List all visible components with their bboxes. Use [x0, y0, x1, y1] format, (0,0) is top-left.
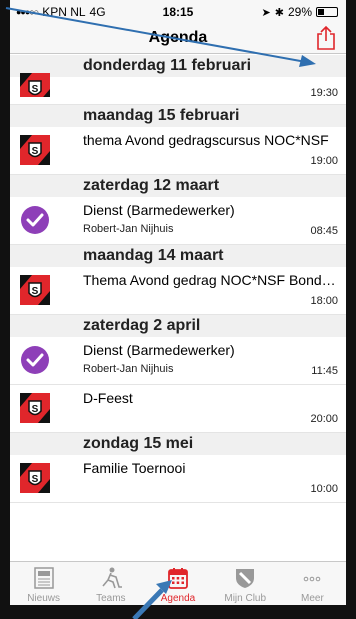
club-logo-icon: S	[20, 393, 50, 423]
tab-meer[interactable]: Meer	[279, 562, 346, 605]
news-icon	[32, 566, 56, 590]
svg-text:S: S	[32, 146, 39, 157]
phone-screen: ●●●○○ KPN NL 4G 18:15 ➤ ✱ 29% Agenda don…	[0, 0, 356, 619]
club-logo-icon: S	[20, 275, 50, 305]
tab-label: Teams	[96, 593, 126, 604]
agenda-item-title: Dienst (Barmedewerker)	[83, 202, 235, 218]
more-dots-icon	[300, 566, 324, 590]
share-button[interactable]	[314, 25, 338, 51]
agenda-item[interactable]: Dienst (Barmedewerker) Robert-Jan Nijhuis…	[10, 337, 346, 385]
tab-label: Agenda	[160, 593, 196, 604]
agenda-item-title: Familie Toernooi	[83, 460, 186, 476]
tab-nieuws[interactable]: Nieuws	[10, 562, 77, 605]
tab-agenda[interactable]: Agenda	[144, 562, 211, 605]
agenda-item-person: Robert-Jan Nijhuis	[83, 363, 174, 375]
bluetooth-icon: ✱	[274, 6, 284, 19]
checkmark-icon	[20, 205, 50, 235]
share-icon	[317, 25, 335, 50]
battery-percentage: 29%	[287, 5, 312, 19]
section-header-date: maandag 14 maart	[10, 245, 346, 267]
svg-text:S: S	[32, 404, 39, 415]
svg-text:S: S	[32, 474, 39, 485]
agenda-item[interactable]: Sthema Avond gedragscursus NOC*NSF 19:00	[10, 127, 346, 175]
agenda-item-time: 18:00	[310, 295, 338, 307]
agenda-item-person: Robert-Jan Nijhuis	[83, 223, 174, 235]
agenda-item[interactable]: S Thema Avond gedrag NOC*NSF Bondsbureau 1…	[10, 267, 346, 315]
tab-label: Mijn Club	[224, 593, 267, 604]
tab-teams[interactable]: Teams	[77, 562, 144, 605]
tab-mijn-club[interactable]: Mijn Club	[212, 562, 279, 605]
agenda-item[interactable]: S D-Feest 20:00	[10, 385, 346, 433]
navigation-bar: Agenda	[10, 22, 346, 54]
svg-text:S: S	[32, 84, 39, 95]
club-shield-icon	[233, 566, 257, 590]
club-logo-icon: S	[20, 73, 50, 97]
agenda-item[interactable]: Dienst (Barmedewerker) Robert-Jan Nijhuis…	[10, 197, 346, 245]
agenda-list[interactable]: donderdag 11 februari S 19:30 maandag 15 fe…	[10, 55, 346, 561]
section-header-date: donderdag 11 februari	[10, 55, 346, 77]
agenda-item-title: thema Avond gedragscursus NOC*NSF	[83, 132, 329, 148]
agenda-item[interactable]: S 19:30	[10, 73, 346, 105]
checkmark-icon	[20, 345, 50, 375]
tab-bar: Nieuws Teams Agenda Mijn Club Meer	[10, 561, 346, 605]
agenda-item-title: Thema Avond gedrag NOC*NSF Bondsbureau	[83, 272, 340, 288]
club-logo-icon: S	[20, 463, 50, 493]
agenda-item-time: 20:00	[310, 413, 338, 425]
agenda-item-title: Dienst (Barmedewerker)	[83, 342, 235, 358]
agenda-item-title: D-Feest	[83, 390, 133, 406]
battery-icon	[316, 7, 338, 17]
page-title: Agenda	[148, 29, 208, 46]
section-header-date: zaterdag 2 april	[10, 315, 346, 337]
svg-text:S: S	[32, 286, 39, 297]
section-header-date: zaterdag 12 maart	[10, 175, 346, 197]
device-frame-bottom	[0, 605, 356, 619]
section-header-date: zondag 15 mei	[10, 433, 346, 455]
agenda-item-time: 10:00	[310, 483, 338, 495]
status-bar: ●●●○○ KPN NL 4G 18:15 ➤ ✱ 29%	[10, 0, 346, 22]
section-header-date: maandag 15 februari	[10, 105, 346, 127]
agenda-item-time: 11:45	[311, 365, 338, 377]
agenda-item-time: 19:00	[310, 155, 338, 167]
device-frame-right	[346, 0, 356, 619]
tab-label: Nieuws	[27, 593, 60, 604]
club-logo-icon: S	[20, 135, 50, 165]
agenda-item-time: 08:45	[310, 225, 338, 237]
hockey-player-icon	[99, 566, 123, 590]
agenda-item-time: 19:30	[310, 87, 338, 99]
agenda-item[interactable]: S Familie Toernooi 10:00	[10, 455, 346, 503]
calendar-icon	[166, 566, 190, 590]
location-icon: ➤	[261, 6, 271, 19]
tab-label: Meer	[301, 593, 324, 604]
device-frame-left	[0, 0, 10, 619]
